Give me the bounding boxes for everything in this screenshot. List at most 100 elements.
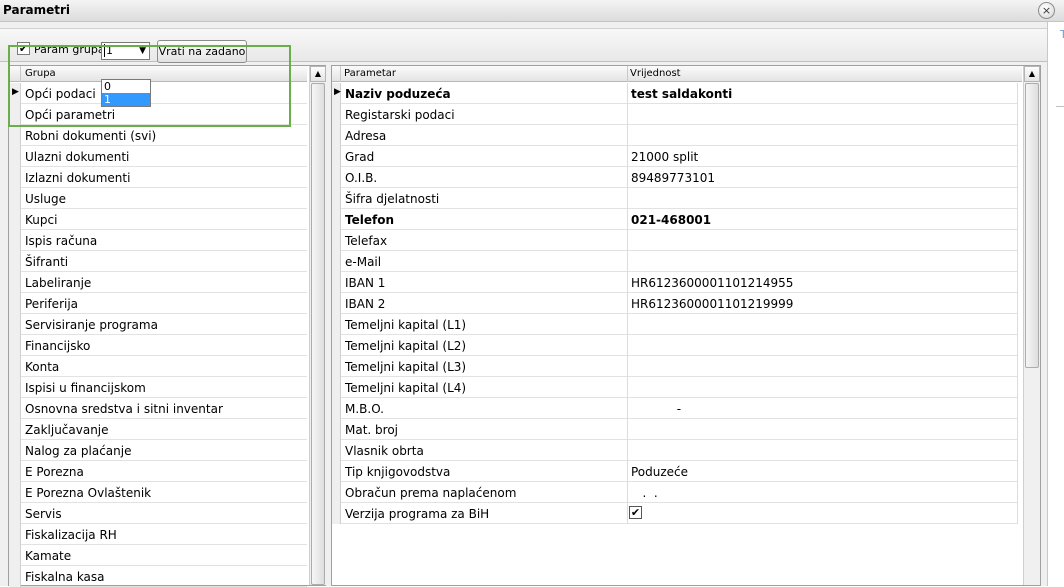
row-selector[interactable]	[332, 335, 341, 356]
row-selector[interactable]	[9, 125, 21, 146]
table-row[interactable]: ▶ Naziv poduzeća test saldakonti	[332, 83, 1018, 104]
parameter-value[interactable]: 21000 split	[631, 150, 698, 164]
scroll-up-icon[interactable]: ▲	[1024, 66, 1040, 82]
list-item[interactable]: Konta	[9, 356, 307, 377]
group-select[interactable]: 1 ▼	[101, 42, 150, 60]
list-item[interactable]: Kamate	[9, 545, 307, 566]
group-option-0[interactable]: 0	[102, 80, 150, 93]
group-column-header[interactable]: Grupa	[25, 68, 56, 79]
row-selector[interactable]	[9, 566, 21, 587]
list-item[interactable]: Šifranti	[9, 251, 307, 272]
table-row[interactable]: e-Mail	[332, 251, 1018, 272]
row-selector[interactable]	[332, 188, 341, 209]
row-selector[interactable]	[9, 545, 21, 566]
row-selector[interactable]	[332, 503, 341, 524]
table-row[interactable]: Vlasnik obrta	[332, 440, 1018, 461]
list-item[interactable]: Osnovna sredstva i sitni inventar	[9, 398, 307, 419]
row-selector[interactable]	[332, 272, 341, 293]
scroll-thumb[interactable]	[1025, 83, 1039, 368]
table-row[interactable]: Temeljni kapital (L3)	[332, 356, 1018, 377]
param-group-checkbox[interactable]: ✔	[17, 42, 30, 55]
table-row[interactable]: Adresa	[332, 125, 1018, 146]
table-row[interactable]: M.B.O. -	[332, 398, 1018, 419]
row-selector[interactable]	[9, 104, 21, 125]
scroll-up-icon[interactable]: ▲	[310, 66, 326, 82]
list-item[interactable]: Nalog za plaćanje	[9, 440, 307, 461]
row-selector[interactable]	[9, 272, 21, 293]
row-selector[interactable]	[9, 377, 21, 398]
row-selector[interactable]	[9, 461, 21, 482]
column-divider[interactable]	[627, 66, 628, 82]
table-row[interactable]: Telefax	[332, 230, 1018, 251]
row-selector[interactable]	[332, 461, 341, 482]
parameter-value[interactable]: HR6123600001101219999	[631, 297, 793, 311]
row-selector[interactable]	[332, 440, 341, 461]
list-item[interactable]: Ulazni dokumenti	[9, 146, 307, 167]
value-column-header[interactable]: Vrijednost	[630, 68, 681, 79]
list-item[interactable]: Fiskalna kasa	[9, 566, 307, 587]
parameter-value[interactable]: -	[631, 402, 681, 416]
group-list-scrollbar[interactable]: ▲	[309, 66, 326, 585]
list-item[interactable]: E Porezna Ovlaštenik	[9, 482, 307, 503]
parameter-value[interactable]: test saldakonti	[631, 87, 732, 101]
row-selector[interactable]	[9, 167, 21, 188]
row-selector[interactable]	[9, 356, 21, 377]
table-row[interactable]: Telefon 021-468001	[332, 209, 1018, 230]
list-item[interactable]: E Porezna	[9, 461, 307, 482]
value-checkbox[interactable]: ✔	[629, 506, 642, 519]
scroll-thumb[interactable]	[311, 83, 325, 585]
list-item[interactable]: Izlazni dokumenti	[9, 167, 307, 188]
row-selector[interactable]	[332, 482, 341, 503]
row-selector[interactable]	[332, 251, 341, 272]
list-item[interactable]: Opći parametri	[9, 104, 307, 125]
table-row[interactable]: IBAN 2 HR6123600001101219999	[332, 293, 1018, 314]
table-row[interactable]: Grad 21000 split	[332, 146, 1018, 167]
row-selector[interactable]	[9, 398, 21, 419]
row-selector[interactable]	[332, 167, 341, 188]
table-row[interactable]: Obračun prema naplaćenom . .	[332, 482, 1018, 503]
row-selector[interactable]	[9, 230, 21, 251]
row-selector[interactable]	[9, 293, 21, 314]
table-row[interactable]: Temeljni kapital (L1)	[332, 314, 1018, 335]
row-selector[interactable]	[332, 377, 341, 398]
list-item[interactable]: Ispis računa	[9, 230, 307, 251]
table-row[interactable]: Temeljni kapital (L2)	[332, 335, 1018, 356]
list-item[interactable]: Servisiranje programa	[9, 314, 307, 335]
row-selector[interactable]	[332, 293, 341, 314]
row-selector[interactable]	[9, 503, 21, 524]
list-item[interactable]: ▶ Opći podaci	[9, 83, 307, 104]
row-selector[interactable]	[9, 209, 21, 230]
table-row[interactable]: Verzija programa za BiH ✔	[332, 503, 1018, 524]
parameter-column-header[interactable]: Parametar	[344, 68, 396, 79]
row-selector[interactable]	[9, 482, 21, 503]
list-item[interactable]: Kupci	[9, 209, 307, 230]
table-row[interactable]: Šifra djelatnosti	[332, 188, 1018, 209]
row-selector[interactable]	[332, 314, 341, 335]
row-selector[interactable]	[9, 419, 21, 440]
row-selector[interactable]	[9, 524, 21, 545]
parameter-value[interactable]: 89489773101	[631, 171, 715, 185]
row-selector[interactable]	[332, 356, 341, 377]
list-item[interactable]: Robni dokumenti (svi)	[9, 125, 307, 146]
row-selector[interactable]	[332, 209, 341, 230]
row-selector[interactable]	[9, 335, 21, 356]
row-selector[interactable]: ▶	[9, 83, 21, 104]
table-row[interactable]: IBAN 1 HR6123600001101214955	[332, 272, 1018, 293]
row-selector[interactable]: ▶	[332, 83, 341, 104]
row-selector[interactable]	[332, 125, 341, 146]
close-icon[interactable]: ×	[1038, 2, 1055, 19]
list-item[interactable]: Usluge	[9, 188, 307, 209]
parameter-value[interactable]: HR6123600001101214955	[631, 276, 793, 290]
list-item[interactable]: Fiskalizacija RH	[9, 524, 307, 545]
parameter-value[interactable]: . .	[631, 486, 657, 500]
row-selector[interactable]	[9, 251, 21, 272]
parameter-value[interactable]: 021-468001	[631, 213, 711, 227]
list-item[interactable]: Financijsko	[9, 335, 307, 356]
chevron-down-icon[interactable]: ▼	[139, 46, 146, 56]
row-selector[interactable]	[332, 398, 341, 419]
list-item[interactable]: Ispisi u financijskom	[9, 377, 307, 398]
table-row[interactable]: Tip knjigovodstva Poduzeće	[332, 461, 1018, 482]
list-item[interactable]: Servis	[9, 503, 307, 524]
table-row[interactable]: Temeljni kapital (L4)	[332, 377, 1018, 398]
table-row[interactable]: Mat. broj	[332, 419, 1018, 440]
